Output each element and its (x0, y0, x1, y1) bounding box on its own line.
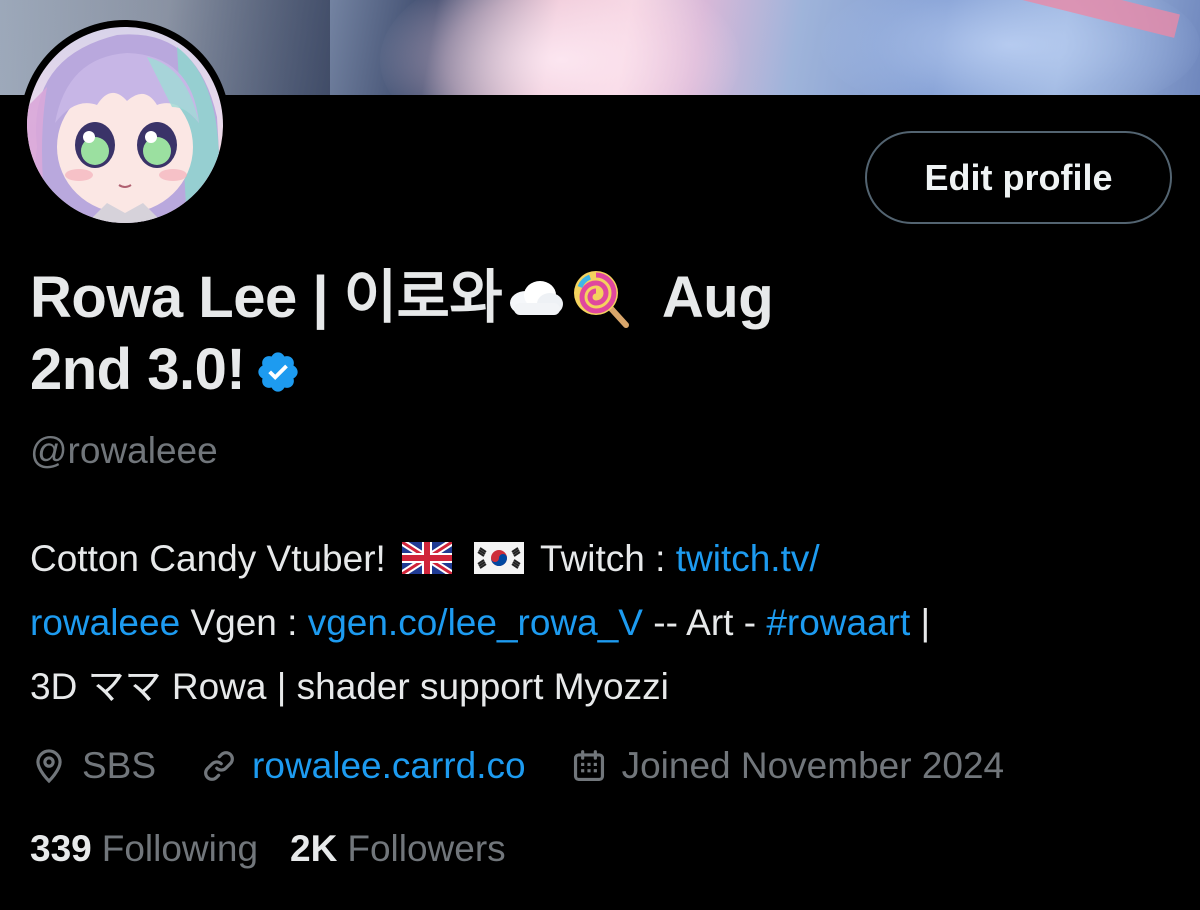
profile-handle: @rowaleee (30, 430, 218, 471)
joined-text: Joined November 2024 (621, 745, 1005, 786)
location-item: SBS (30, 745, 156, 787)
south-korea-flag-icon (474, 542, 525, 574)
vgen-link[interactable]: vgen.co/lee_rowa_V (308, 602, 643, 643)
uk-flag-icon (402, 542, 453, 574)
followers-link[interactable]: 2K Followers (290, 828, 506, 870)
avatar[interactable] (20, 20, 230, 230)
banner-glow (380, 0, 740, 95)
edit-profile-button[interactable]: Edit profile (865, 131, 1172, 224)
bio-text: Twitch : (540, 538, 666, 579)
twitch-link-continued[interactable]: rowaleee (30, 602, 180, 643)
twitch-link[interactable]: twitch.tv/ (676, 538, 820, 579)
profile-meta: SBS rowalee.carrd.co Joined November 202… (30, 740, 1048, 792)
location-text: SBS (82, 745, 157, 786)
avatar-image (27, 27, 223, 223)
bio-text: | (920, 602, 931, 643)
verified-badge-icon[interactable] (255, 349, 301, 395)
bio-text: -- Art - (653, 602, 757, 643)
name-text-line2: 2nd 3.0! (30, 337, 246, 402)
location-pin-icon (36, 749, 62, 784)
profile-name: Rowa Lee | 이로와 Aug 2nd 3.0! (30, 262, 890, 406)
link-icon (204, 751, 234, 781)
profile-stats: 339 Following 2K Followers (30, 828, 538, 870)
joined-item: Joined November 2024 (570, 745, 1005, 787)
followers-label: Followers (347, 828, 506, 869)
bio-text: 3D ママ Rowa | shader support Myozzi (30, 666, 669, 707)
name-text-tail: Aug (661, 265, 774, 330)
profile-bio: Cotton Candy Vtuber! Twitch : twitch.tv/… (30, 527, 1170, 719)
calendar-icon (573, 750, 604, 782)
followers-count: 2K (290, 828, 338, 869)
following-count: 339 (30, 828, 92, 869)
cloud-emoji-icon (510, 281, 564, 315)
lollipop-emoji-icon (574, 271, 630, 328)
name-text-line1: Rowa Lee | 이로와 (30, 265, 503, 330)
hashtag-link[interactable]: #rowaart (766, 602, 910, 643)
following-label: Following (101, 828, 259, 869)
bio-text: Vgen : (190, 602, 298, 643)
website-link[interactable]: rowalee.carrd.co (252, 745, 526, 787)
website-item[interactable]: rowalee.carrd.co (200, 745, 526, 787)
bio-text: Cotton Candy Vtuber! (30, 538, 386, 579)
following-link[interactable]: 339 Following (30, 828, 258, 870)
